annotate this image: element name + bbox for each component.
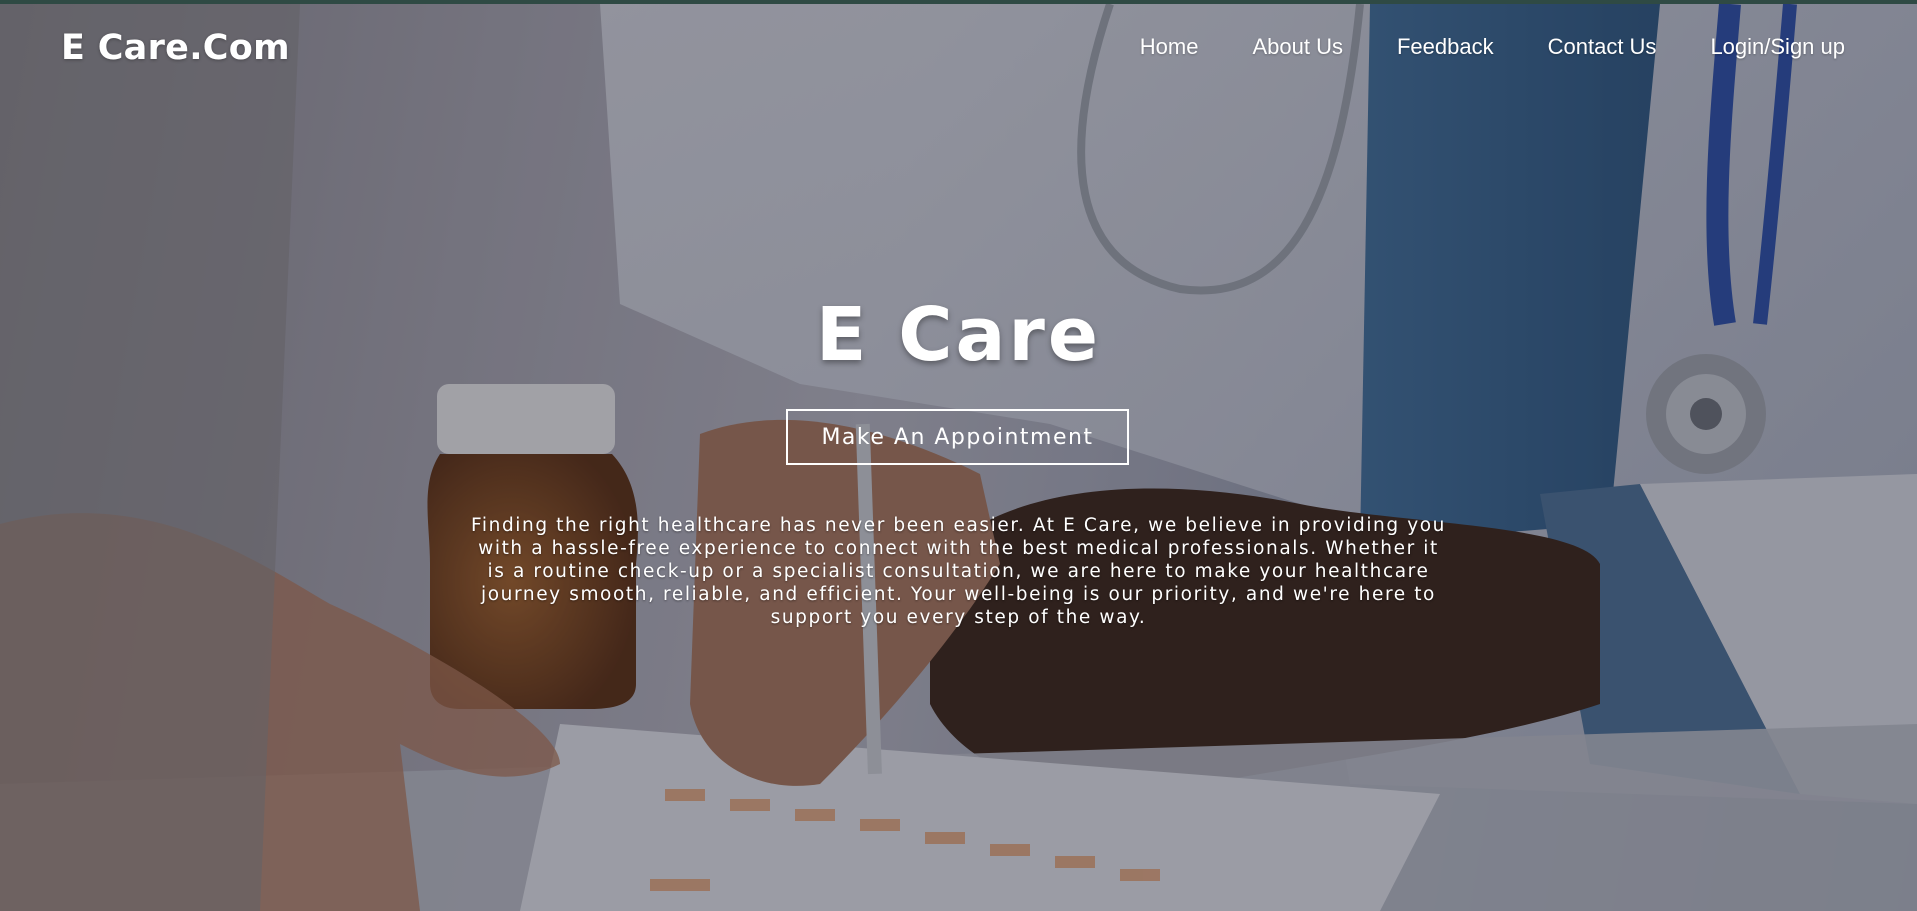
make-appointment-button[interactable]: Make An Appointment	[786, 409, 1129, 465]
navbar: E Care.Com Home About Us Feedback Contac…	[0, 4, 1917, 92]
nav-item-about-us[interactable]: About Us	[1252, 34, 1343, 60]
nav-item-home[interactable]: Home	[1140, 34, 1199, 60]
nav-menu: Home About Us Feedback Contact Us Login/…	[1086, 34, 1845, 60]
nav-item-login-signup[interactable]: Login/Sign up	[1710, 34, 1845, 60]
hero-title: E Care	[815, 292, 1102, 378]
nav-item-feedback[interactable]: Feedback	[1397, 34, 1494, 60]
brand-logo[interactable]: E Care.Com	[61, 28, 290, 68]
hero-description: Finding the right healthcare has never b…	[470, 515, 1447, 628]
nav-item-contact-us[interactable]: Contact Us	[1548, 34, 1657, 60]
